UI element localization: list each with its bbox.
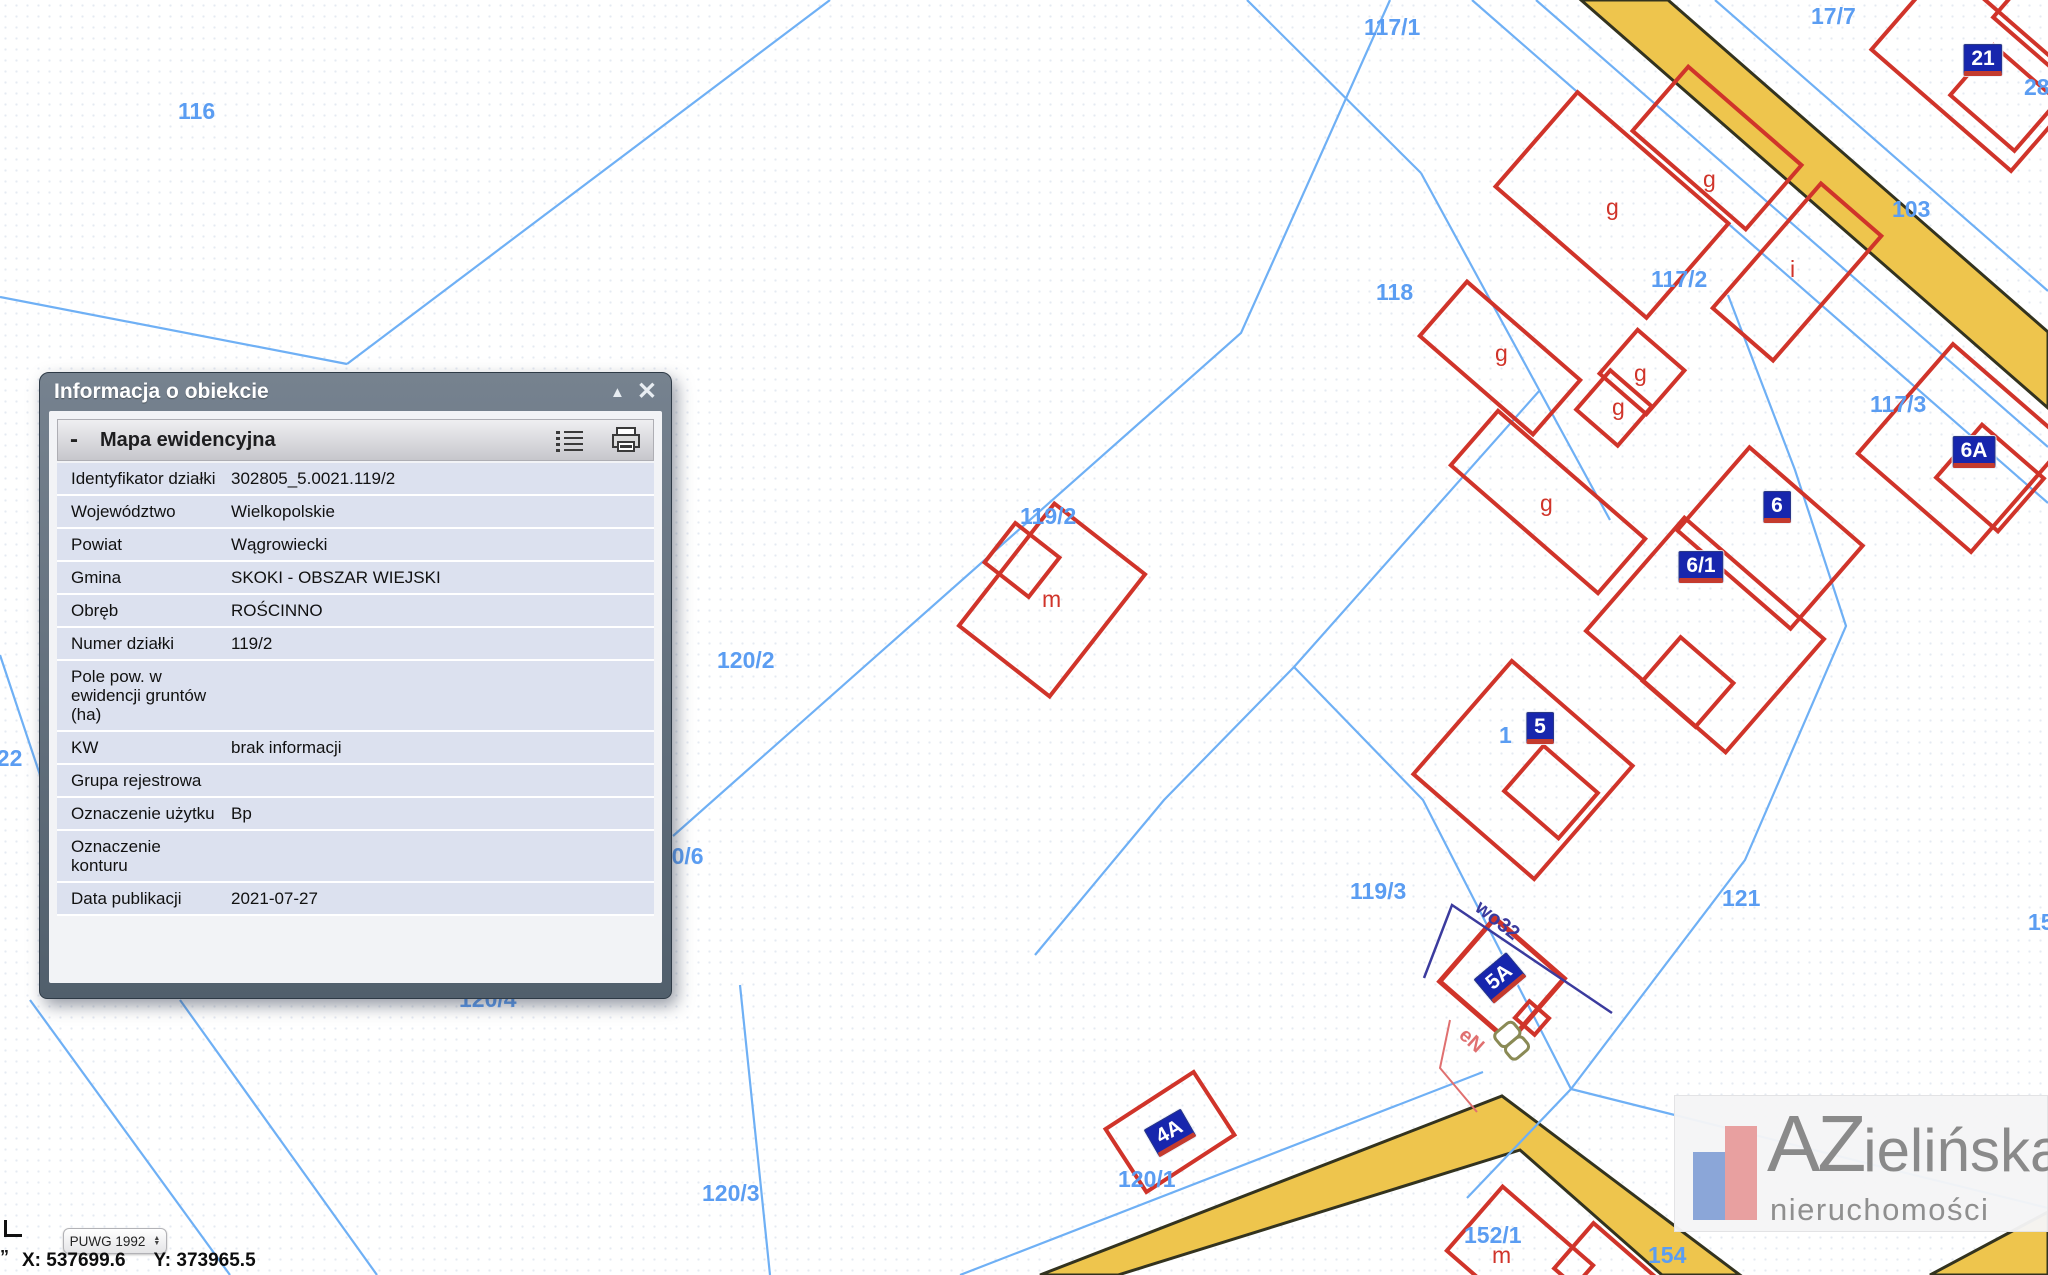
field-label: Powiat: [57, 529, 225, 560]
attribute-row: Oznaczenie konturu: [57, 831, 654, 883]
field-label: Województwo: [57, 496, 225, 527]
panel-title: Informacja o obiekcie: [54, 380, 269, 404]
field-label: Data publikacji: [57, 883, 225, 914]
close-icon[interactable]: ✕: [637, 382, 657, 402]
scalebar-corner-mark: [4, 1220, 22, 1237]
attribute-row: Identyfikator działki302805_5.0021.119/2: [57, 463, 654, 496]
field-value: Wągrowiecki: [225, 529, 654, 560]
field-label: Oznaczenie konturu: [57, 831, 225, 881]
select-arrows-icon: ▲▼: [153, 1236, 160, 1246]
field-value: Wielkopolskie: [225, 496, 654, 527]
y-label: Y:: [154, 1250, 172, 1271]
field-value: ROŚCINNO: [225, 595, 654, 626]
panel-titlebar[interactable]: Informacja o obiekcie ▲ ✕: [40, 373, 671, 411]
attribute-row: PowiatWągrowiecki: [57, 529, 654, 562]
logo-bar-blue-icon: [1693, 1152, 1727, 1220]
logo-bar-pink-icon: [1725, 1126, 1757, 1220]
field-value: Bp: [225, 798, 654, 829]
panel-content: - Mapa ewidencyjna: [49, 411, 662, 983]
x-label: X:: [22, 1250, 41, 1271]
gis-app: 116117/117/728103117/2118117/3119/2120/2…: [0, 0, 2048, 1275]
section-header: - Mapa ewidencyjna: [57, 419, 654, 461]
field-label: Gmina: [57, 562, 225, 593]
field-value: 2021-07-27: [225, 883, 654, 914]
panel-collapse-icon[interactable]: ▲: [610, 384, 625, 401]
info-panel-window: Informacja o obiekcie ▲ ✕ - Mapa ewidenc…: [39, 372, 672, 999]
field-value: 119/2: [225, 628, 654, 659]
field-value: SKOKI - OBSZAR WIEJSKI: [225, 562, 654, 593]
field-label: Numer działki: [57, 628, 225, 659]
field-label: KW: [57, 732, 225, 763]
y-value: 373965.5: [176, 1250, 255, 1271]
logo-brand-az: AZ: [1767, 1099, 1863, 1188]
attribute-row: Pole pow. w ewidencji gruntów (ha): [57, 661, 654, 732]
field-label: Grupa rejestrowa: [57, 765, 225, 796]
logo-brand-rest: ielińska: [1863, 1117, 2048, 1184]
attribute-list-icon[interactable]: [555, 428, 585, 452]
attribute-row: WojewództwoWielkopolskie: [57, 496, 654, 529]
field-label: Oznaczenie użytku: [57, 798, 225, 829]
projection-value: PUWG 1992: [70, 1234, 146, 1249]
logo-subtitle: nieruchomości: [1770, 1192, 1989, 1228]
attribute-row: Data publikacji2021-07-27: [57, 883, 654, 916]
field-value: [225, 765, 654, 796]
attribute-table: Identyfikator działki302805_5.0021.119/2…: [57, 463, 654, 916]
field-label: Pole pow. w ewidencji gruntów (ha): [57, 661, 225, 730]
field-value: 302805_5.0021.119/2: [225, 463, 654, 494]
section-collapse-button[interactable]: -: [70, 435, 78, 445]
field-value: [225, 661, 654, 730]
coordinates-readout: X: 537699.6 Y: 373965.5: [22, 1250, 256, 1272]
attribute-row: KWbrak informacji: [57, 732, 654, 765]
section-title: Mapa ewidencyjna: [100, 429, 555, 452]
field-label: Obręb: [57, 595, 225, 626]
field-value: [225, 831, 654, 881]
attribute-row: Numer działki119/2: [57, 628, 654, 661]
attribute-row: GminaSKOKI - OBSZAR WIEJSKI: [57, 562, 654, 595]
x-value: 537699.6: [46, 1250, 125, 1271]
print-icon[interactable]: [611, 427, 641, 453]
field-value: brak informacji: [225, 732, 654, 763]
field-label: Identyfikator działki: [57, 463, 225, 494]
agency-logo: AZielińska nieruchomości: [1674, 1095, 2048, 1232]
attribute-row: Grupa rejestrowa: [57, 765, 654, 798]
attribute-row: ObrębROŚCINNO: [57, 595, 654, 628]
attribute-row: Oznaczenie użytkuBp: [57, 798, 654, 831]
ditto-mark: ”: [0, 1247, 9, 1268]
